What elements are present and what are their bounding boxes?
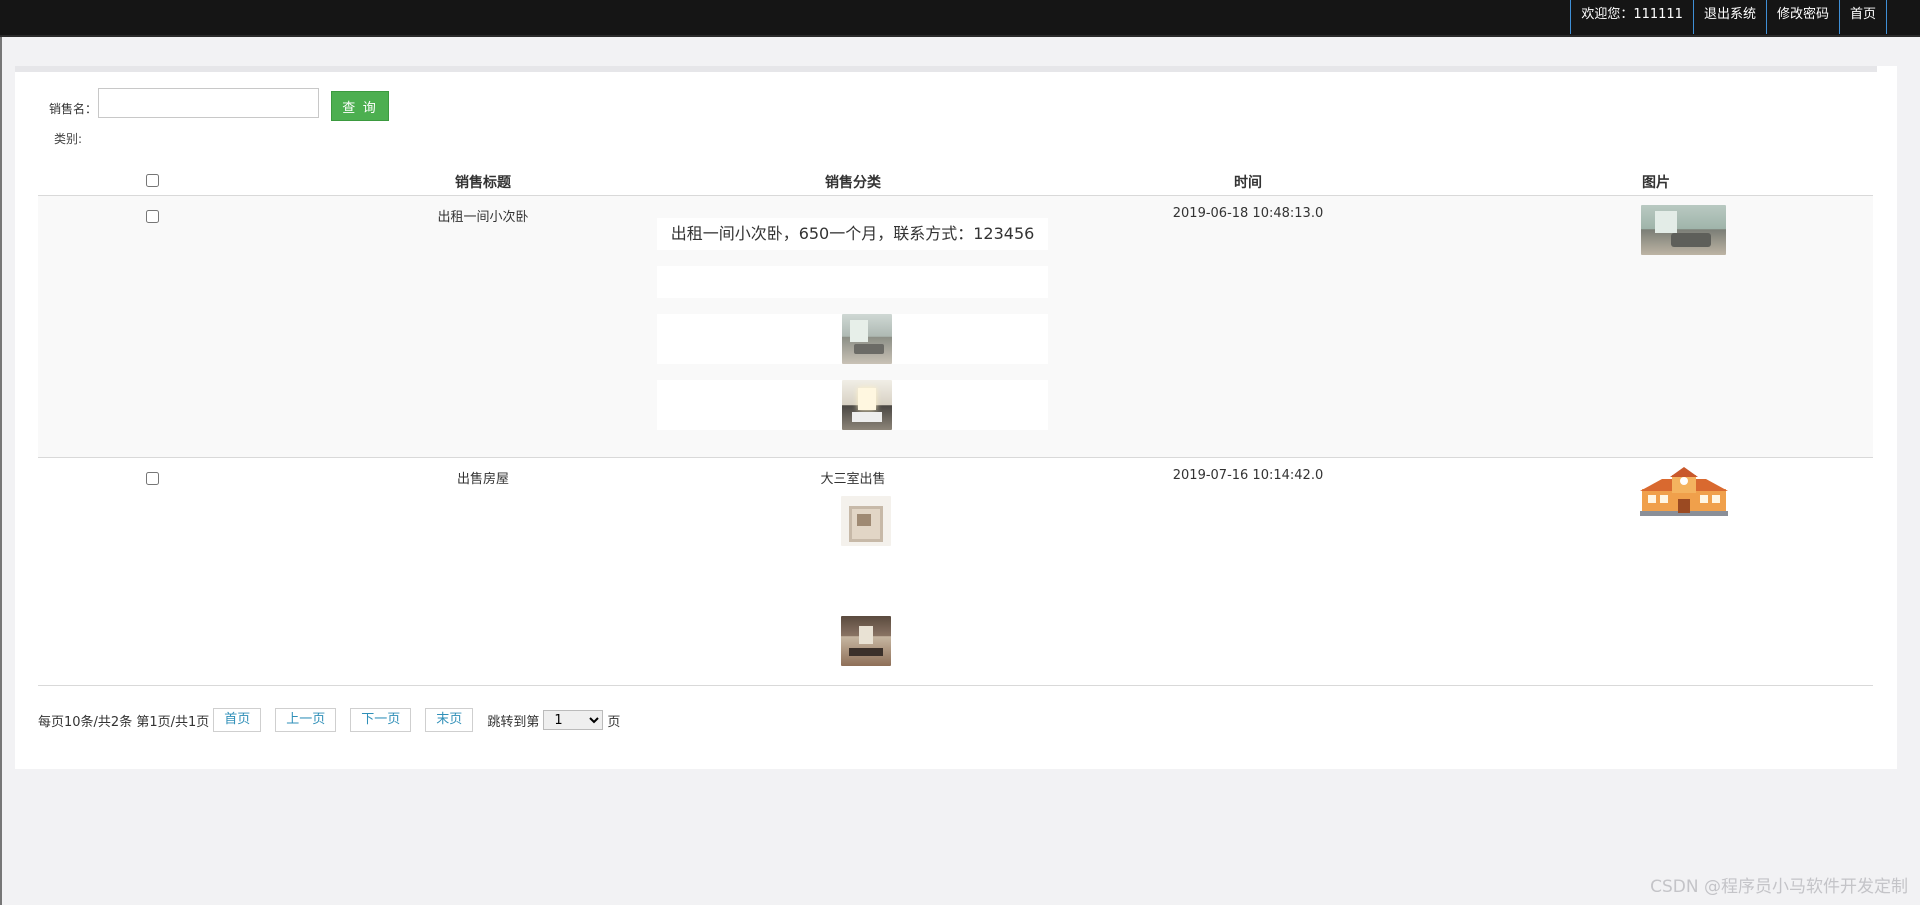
row-time: 2019-06-18 10:48:13.0 (1172, 206, 1324, 221)
description-text-box: 出租一间小次卧，650一个月，联系方式：123456 (657, 218, 1048, 250)
row-title: 出售房屋 (456, 472, 509, 487)
left-frame-edge (0, 37, 2, 905)
row-checkbox-wrap (146, 472, 159, 489)
description-image-box (657, 314, 1048, 364)
sales-name-input[interactable] (98, 88, 319, 118)
row-checkbox[interactable] (146, 472, 159, 485)
query-button[interactable]: 查 询 (331, 91, 389, 121)
welcome-text: 欢迎您：111111 (1570, 0, 1693, 34)
row-time: 2019-07-16 10:14:42.0 (1172, 468, 1324, 483)
school-building-illustration (1640, 467, 1728, 516)
column-header-image: 图片 (1642, 175, 1670, 191)
last-page-button[interactable]: 末页 (425, 708, 474, 732)
select-all-checkbox[interactable] (146, 174, 159, 187)
description-image-box (657, 380, 1048, 430)
page-suffix: 页 (607, 714, 621, 730)
prev-page-button[interactable]: 上一页 (275, 708, 337, 732)
top-bar: 欢迎您：111111 退出系统 修改密码 首页 (0, 0, 1920, 37)
room-photo-image (1641, 205, 1726, 255)
next-page-button[interactable]: 下一页 (350, 708, 412, 732)
top-nav: 欢迎您：111111 退出系统 修改密码 首页 (1570, 0, 1887, 34)
table-header: 销售标题 销售分类 时间 图片 (38, 164, 1873, 196)
select-all-checkbox-wrap (146, 174, 159, 191)
room-photo-image (842, 314, 892, 364)
row-checkbox[interactable] (146, 210, 159, 223)
category-label: 类别: (54, 132, 83, 146)
first-page-button[interactable]: 首页 (213, 708, 262, 732)
logout-link[interactable]: 退出系统 (1692, 0, 1766, 34)
row-checkbox-wrap (146, 210, 159, 227)
column-header-title: 销售标题 (455, 175, 511, 191)
row-description: 大三室出售 (820, 472, 886, 487)
pagination-summary: 每页10条/共2条 第1页/共1页 (38, 714, 210, 730)
column-header-category: 销售分类 (825, 175, 881, 191)
pagination: 每页10条/共2条 第1页/共1页 首页 上一页 下一页 末页 跳转到第 1 页 (38, 708, 620, 732)
table-row: 出售房屋 大三室出售 2019-07-16 10:14:42.0 (38, 458, 1873, 686)
row-title: 出租一间小次卧 (437, 210, 529, 225)
floorplan-photo-image (841, 496, 891, 546)
column-header-time: 时间 (1234, 175, 1262, 191)
watermark: CSDN @程序员小马软件开发定制 (1650, 877, 1908, 897)
jump-page-select[interactable]: 1 (543, 710, 604, 730)
jump-label: 跳转到第 (487, 714, 540, 730)
row-description: 出租一间小次卧，650一个月，联系方式：123456 (670, 224, 1035, 243)
home-link[interactable]: 首页 (1838, 0, 1887, 34)
bedroom-photo-image (842, 380, 892, 430)
change-password-link[interactable]: 修改密码 (1765, 0, 1839, 34)
content-panel: 销售名： 查 询 类别: 销售标题 销售分类 时间 图片 出租一间小次卧 出租一… (15, 66, 1897, 769)
description-blank-line (657, 266, 1048, 298)
sales-name-label: 销售名： (49, 102, 98, 116)
panel-divider (15, 66, 1877, 72)
table-row: 出租一间小次卧 出租一间小次卧，650一个月，联系方式：123456 2019-… (38, 196, 1873, 458)
living-room-photo-image (841, 616, 891, 666)
